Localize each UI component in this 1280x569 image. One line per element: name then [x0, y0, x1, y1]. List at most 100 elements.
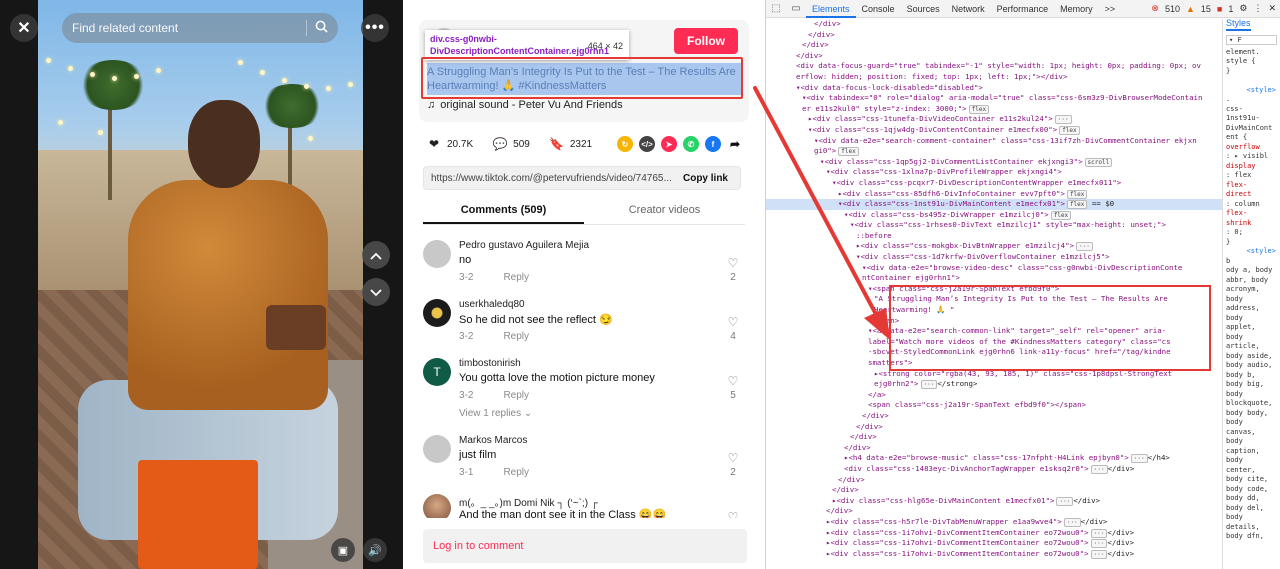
avatar[interactable] — [423, 299, 451, 327]
tab-styles[interactable]: Styles — [1226, 19, 1251, 31]
dom-node-line[interactable]: </div> — [766, 19, 1222, 30]
previous-video-button[interactable] — [362, 241, 390, 269]
avatar[interactable] — [423, 435, 451, 463]
layout-badge[interactable]: flex — [1059, 125, 1080, 135]
copy-link-button[interactable]: Copy link — [671, 173, 740, 184]
whatsapp-icon[interactable]: ✆ — [683, 136, 699, 152]
styles-pane[interactable]: Styles ▾ F element. style {} <style>. css- 1… — [1222, 19, 1280, 569]
dom-node-line[interactable]: ▸<div class="css-1i7ohvi-DivCommentItemC… — [766, 528, 1222, 539]
close-button[interactable]: ✕ — [10, 14, 38, 42]
dom-node-line[interactable]: ejg0rhn2"> ··· </strong> — [766, 379, 1222, 390]
dom-node-line[interactable]: </div> — [766, 432, 1222, 443]
comment-username[interactable]: Pedro gustavo Aguilera Mejia — [459, 240, 589, 251]
layout-badge[interactable]: ··· — [1090, 539, 1108, 549]
dom-node-line[interactable]: ▾<div class="css-bs495z-DivWrapper e1mzi… — [766, 210, 1222, 221]
dom-node-line[interactable]: <div data-focus-guard="true" tabindex="-… — [766, 61, 1222, 72]
dom-node-line[interactable]: ▾<div data-e2e="search-comment-container… — [766, 136, 1222, 147]
layout-badge[interactable]: flex — [838, 147, 859, 157]
bookmark-icon[interactable]: 🔖 — [549, 137, 564, 151]
next-video-button[interactable] — [362, 278, 390, 306]
save-stat[interactable]: 🔖 2321 — [549, 137, 592, 151]
login-to-comment-button[interactable]: Log in to comment — [423, 529, 747, 563]
layout-badge[interactable]: ··· — [1090, 528, 1108, 538]
comment-username[interactable]: timbostonirish — [459, 358, 521, 369]
layout-badge[interactable]: flex — [1050, 210, 1072, 220]
like-stat[interactable]: ❤ 20.7K — [427, 137, 473, 151]
kebab-menu-icon[interactable]: ⋮ — [1253, 3, 1262, 14]
dom-node-line[interactable]: ▾<div data-focus-lock-disabled="disabled… — [766, 83, 1222, 94]
reply-button[interactable]: Reply — [503, 331, 529, 342]
dom-node-line[interactable]: gi0"> flex — [766, 146, 1222, 157]
tab-network[interactable]: Network — [946, 0, 991, 18]
dom-node-line[interactable]: </div> — [766, 40, 1222, 51]
dom-node-line[interactable]: </div> — [766, 443, 1222, 454]
view-replies-button[interactable]: View 1 replies ⌄ — [459, 408, 532, 419]
settings-icon[interactable]: ⚙ — [1239, 3, 1247, 14]
tab-memory[interactable]: Memory — [1054, 0, 1099, 18]
volume-button[interactable]: 🔊 — [363, 538, 387, 562]
reply-button[interactable]: Reply — [503, 390, 529, 401]
dom-node-line[interactable]: ▾<div tabindex="0" role="dialog" aria-mo… — [766, 93, 1222, 104]
reply-button[interactable]: Reply — [503, 467, 529, 478]
dom-node-line[interactable]: </div> — [766, 506, 1222, 517]
dom-node-line[interactable]: </div> — [766, 422, 1222, 433]
pip-button[interactable]: ▣ — [331, 538, 355, 562]
layout-badge[interactable]: ··· — [1090, 464, 1108, 474]
dom-node-line[interactable]: ▸<div class="css-85dfh6-DivInfoContainer… — [766, 189, 1222, 200]
avatar[interactable] — [423, 494, 451, 518]
dom-node-line[interactable]: </div> — [766, 485, 1222, 496]
dom-node-line[interactable]: <span class="css-j2a19r-SpanText efbd9f0… — [766, 400, 1222, 411]
layout-badge[interactable]: scroll — [1084, 157, 1113, 167]
comment-list[interactable]: Pedro gustavo Aguilera Mejia no 3-2 Reply… — [423, 238, 745, 518]
comment-like-button[interactable]: ♡ — [725, 510, 741, 518]
dom-node-line[interactable]: ▾<div class="css-1nst91u-DivMainContent … — [766, 199, 1222, 210]
styles-filter-input[interactable]: ▾ F — [1226, 34, 1277, 45]
dom-node-line[interactable]: ▾<div data-e2e="browse-video-desc" class… — [766, 263, 1222, 274]
inspect-element-icon[interactable]: ⬚ — [766, 3, 786, 14]
video-player[interactable]: ✕ Find related content ••• ▣ 🔊 — [0, 0, 403, 569]
dom-node-line[interactable]: ▸<div class="css-1i7ohvi-DivCommentItemC… — [766, 549, 1222, 560]
search-icon[interactable] — [315, 20, 328, 36]
layout-badge[interactable]: ··· — [1090, 549, 1108, 559]
comment-like-button[interactable]: ♡ 2 — [725, 256, 741, 283]
embed-icon[interactable]: </> — [639, 136, 655, 152]
tab-elements[interactable]: Elements — [806, 0, 856, 18]
tiktok-friends-icon[interactable]: ↻ — [617, 136, 633, 152]
music-title[interactable]: original sound - Peter Vu And Friends — [440, 99, 622, 111]
device-toolbar-icon[interactable]: ▭ — [786, 3, 806, 14]
layout-badge[interactable]: flex — [1066, 200, 1088, 210]
dom-node-line[interactable]: er e11s2kul0" style="z-index: 3000;"> fle… — [766, 104, 1222, 115]
avatar[interactable] — [423, 240, 451, 268]
comment-username[interactable]: Markos Marcos — [459, 435, 527, 446]
facebook-icon[interactable]: f — [705, 136, 721, 152]
comment-username[interactable]: m(。_ _。)m Domi Nik ┐ (‘~`;) ┌ — [459, 494, 598, 509]
dom-node-line[interactable]: </div> — [766, 411, 1222, 422]
tab-creator-videos[interactable]: Creator videos — [584, 200, 745, 224]
more-options-button[interactable]: ••• — [361, 14, 389, 42]
layout-badge[interactable]: flex — [968, 104, 990, 114]
dom-node-line[interactable]: ::before — [766, 231, 1222, 242]
dom-node-line[interactable]: </a> — [766, 390, 1222, 401]
music-row[interactable]: ♫ original sound - Peter Vu And Friends — [427, 99, 623, 111]
dom-node-line[interactable]: ▸<div class="css-hlg65e-DivMainContent e… — [766, 496, 1222, 507]
heart-icon[interactable]: ❤ — [427, 137, 441, 151]
dom-node-line[interactable]: ▸<div class="css-mokgbx-DivBtnWrapper e1… — [766, 241, 1222, 252]
share-arrow-icon[interactable]: ➦ — [727, 136, 743, 152]
devtools-status[interactable]: ⊗ 510 ▲ 15 ■ 1 ⚙ ⋮ ✕ — [1151, 3, 1280, 14]
dom-node-line[interactable]: </div> — [766, 30, 1222, 41]
dom-node-line[interactable]: ▸<div class="css-1tunefa-DivVideoContain… — [766, 114, 1222, 125]
layout-badge[interactable]: ··· — [1076, 242, 1093, 252]
tab-sources[interactable]: Sources — [901, 0, 946, 18]
dom-node-line[interactable]: ▸<div class="css-1i7ohvi-DivCommentItemC… — [766, 538, 1222, 549]
dom-node-line[interactable]: </div> — [766, 475, 1222, 486]
dom-node-line[interactable]: <div class="css-1483eyc-DivAnchorTagWrap… — [766, 464, 1222, 475]
send-icon[interactable]: ➤ — [661, 136, 677, 152]
dom-node-line[interactable]: ▾<div class="css-1qjw4dg-DivContentConta… — [766, 125, 1222, 136]
more-tabs-button[interactable]: >> — [1099, 0, 1122, 18]
follow-button[interactable]: Follow — [674, 28, 738, 54]
comment-stat[interactable]: 💬 509 — [493, 137, 530, 151]
tab-performance[interactable]: Performance — [991, 0, 1055, 18]
dom-node-line[interactable]: ▾<div class="css-1rhses0-DivText e1mzilc… — [766, 220, 1222, 231]
comment-icon[interactable]: 💬 — [493, 137, 508, 151]
close-devtools-icon[interactable]: ✕ — [1268, 3, 1276, 14]
